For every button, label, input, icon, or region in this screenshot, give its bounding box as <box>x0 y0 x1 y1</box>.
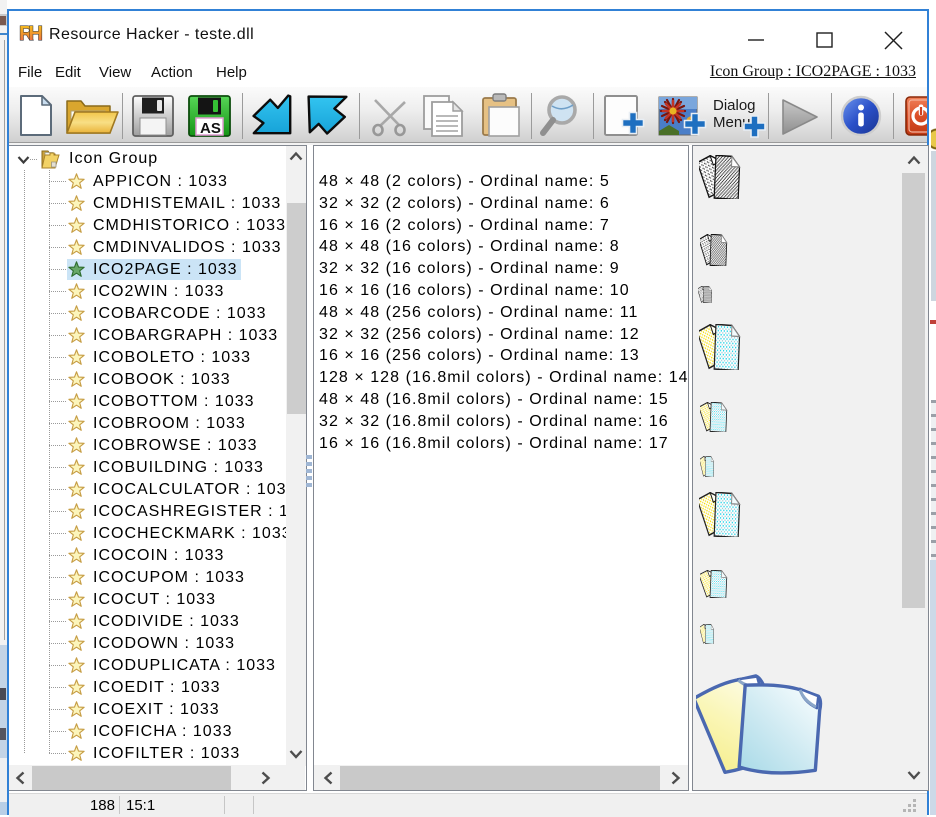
svg-text:AS: AS <box>200 120 221 137</box>
svg-text:RH: RH <box>19 23 43 45</box>
svg-text:Dialog: Dialog <box>713 97 756 114</box>
